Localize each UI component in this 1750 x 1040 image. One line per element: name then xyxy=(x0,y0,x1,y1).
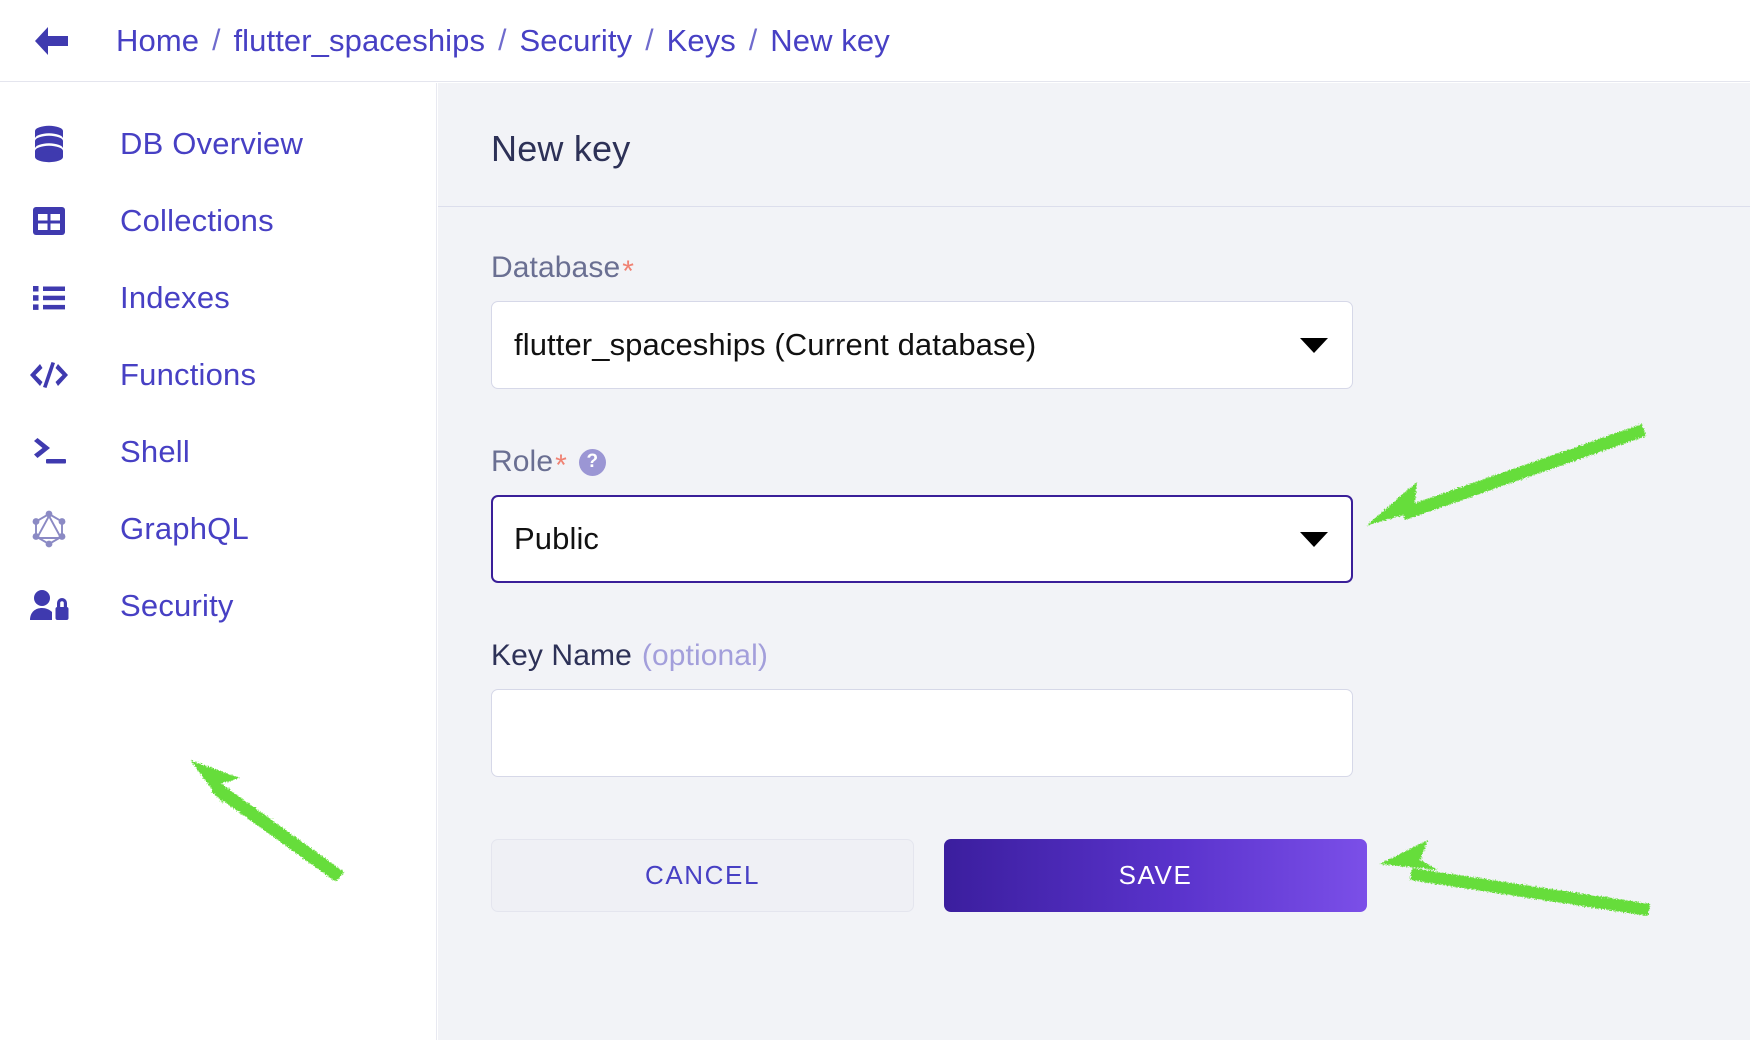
database-icon xyxy=(26,121,72,167)
arrow-left-icon xyxy=(32,25,70,57)
key-name-label: Key Name (optional) xyxy=(491,639,1750,673)
sidebar-item-label: Security xyxy=(120,587,234,623)
sidebar-item-indexes[interactable]: Indexes xyxy=(0,259,436,336)
required-asterisk: * xyxy=(622,255,635,288)
new-key-form: Database * flutter_spaceships (Current d… xyxy=(438,207,1750,912)
breadcrumb-separator: / xyxy=(498,23,507,57)
back-button[interactable] xyxy=(24,14,78,68)
grid-table-icon xyxy=(26,198,72,244)
breadcrumb-item-keys[interactable]: Keys xyxy=(667,23,736,59)
role-select-value: Public xyxy=(514,521,600,556)
breadcrumb-separator: / xyxy=(645,23,654,57)
help-question-icon[interactable]: ? xyxy=(578,448,606,476)
sidebar-item-collections[interactable]: Collections xyxy=(0,182,436,259)
database-field: Database * flutter_spaceships (Current d… xyxy=(491,251,1750,389)
breadcrumb-bar: Home / flutter_spaceships / Security / K… xyxy=(0,0,1750,82)
app-root: Home / flutter_spaceships / Security / K… xyxy=(0,0,1750,1040)
sidebar-item-label: DB Overview xyxy=(120,125,304,161)
database-label: Database * xyxy=(491,251,1750,288)
role-label: Role * ? xyxy=(491,445,1750,482)
sidebar-item-label: GraphQL xyxy=(120,510,249,546)
breadcrumb-separator: / xyxy=(212,23,221,57)
sidebar-item-label: Functions xyxy=(120,356,257,392)
database-select-value: flutter_spaceships (Current database) xyxy=(514,327,1037,362)
sidebar-item-shell[interactable]: Shell xyxy=(0,413,436,490)
role-select[interactable]: Public xyxy=(491,495,1353,583)
role-label-text: Role xyxy=(491,445,554,478)
breadcrumb-item-new-key[interactable]: New key xyxy=(770,23,890,59)
sidebar-item-security[interactable]: Security xyxy=(0,567,436,644)
terminal-prompt-icon xyxy=(26,429,72,475)
breadcrumb-separator: / xyxy=(748,23,758,57)
sidebar-item-functions[interactable]: Functions xyxy=(0,336,436,413)
breadcrumb-item-database[interactable]: flutter_spaceships xyxy=(233,23,485,59)
sidebar-item-label: Shell xyxy=(120,433,190,469)
save-button[interactable]: SAVE xyxy=(944,839,1367,912)
chevron-down-icon xyxy=(1300,531,1328,547)
person-lock-icon xyxy=(26,583,72,629)
page-title: New key xyxy=(491,128,631,169)
database-label-text: Database xyxy=(491,251,621,284)
key-name-input[interactable] xyxy=(491,689,1353,777)
code-brackets-icon xyxy=(26,352,72,398)
key-name-label-text: Key Name xyxy=(491,639,632,672)
form-actions: CANCEL SAVE xyxy=(491,839,1750,912)
sidebar-item-db-overview[interactable]: DB Overview xyxy=(0,105,436,182)
role-field: Role * ? Public xyxy=(491,445,1750,583)
cancel-button[interactable]: CANCEL xyxy=(491,839,914,912)
chevron-down-icon xyxy=(1300,337,1328,353)
sidebar-item-graphql[interactable]: GraphQL xyxy=(0,490,436,567)
key-name-field: Key Name (optional) xyxy=(491,639,1750,777)
graphql-hexagon-icon xyxy=(26,506,72,552)
sidebar-item-label: Collections xyxy=(120,202,274,238)
required-asterisk: * xyxy=(555,449,567,482)
sidebar: DB Overview Collections Indexes Function… xyxy=(0,83,437,1040)
database-select[interactable]: flutter_spaceships (Current database) xyxy=(491,301,1353,389)
main-content: New key Database * flutter_spaceships (C… xyxy=(438,83,1750,1040)
breadcrumb-item-security[interactable]: Security xyxy=(519,23,632,59)
breadcrumb: Home / flutter_spaceships / Security / K… xyxy=(116,23,890,59)
optional-tag: (optional) xyxy=(641,639,768,672)
sidebar-item-label: Indexes xyxy=(120,279,230,315)
list-bullets-icon xyxy=(26,275,72,321)
breadcrumb-item-home[interactable]: Home xyxy=(116,23,199,59)
